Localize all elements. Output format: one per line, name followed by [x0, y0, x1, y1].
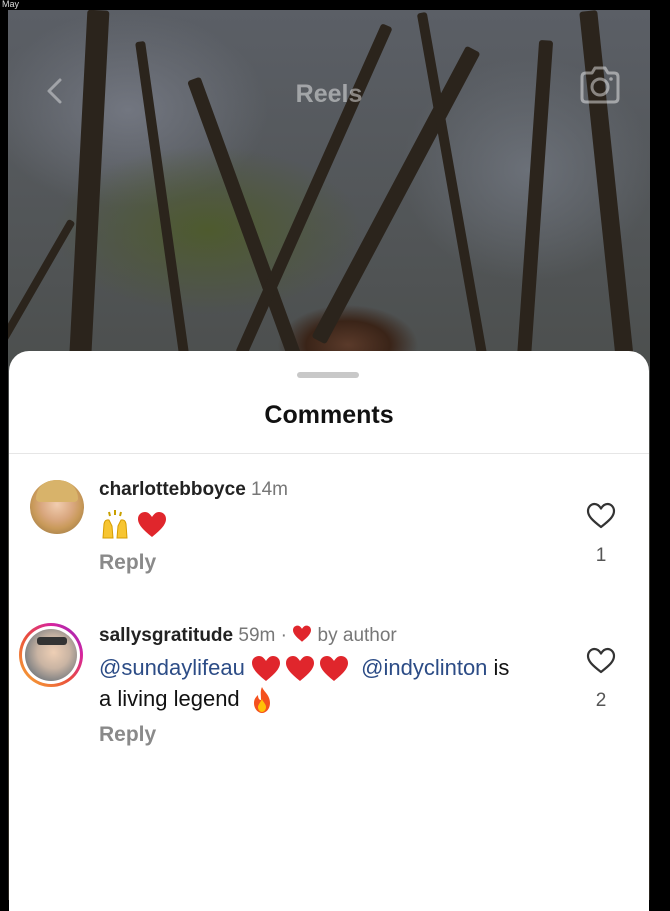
comment-time: 59m — [238, 625, 276, 646]
status-bar-text: May — [2, 0, 20, 9]
sheet-title: Comments — [264, 401, 394, 429]
comment-text-fragment: is — [487, 655, 510, 680]
red-heart-emoji-icon — [286, 656, 314, 682]
red-heart-emoji-icon — [320, 656, 348, 682]
comment-time: 14m — [251, 479, 289, 500]
avatar[interactable] — [30, 480, 84, 534]
heart-outline-icon[interactable] — [586, 647, 616, 675]
comment-username[interactable]: sallysgratitude — [99, 625, 233, 646]
like-count: 2 — [595, 690, 607, 711]
reply-button[interactable]: Reply — [99, 551, 156, 575]
author-liked-heart-icon — [293, 626, 312, 643]
separator-dot: · — [280, 625, 287, 646]
mention-link[interactable]: @sundaylifeau — [99, 655, 245, 680]
avatar[interactable] — [19, 623, 83, 687]
comment-text — [99, 508, 167, 540]
comments-sheet: Comments charlottebboyce 14m Reply 1 sal… — [9, 351, 649, 911]
divider — [9, 453, 649, 454]
author-badge: by author — [317, 625, 397, 646]
heart-outline-icon[interactable] — [586, 502, 616, 530]
mention-link[interactable]: @indyclinton — [361, 655, 487, 680]
comment-text-fragment: a living legend — [99, 686, 240, 712]
comment-text: @sundaylifeau @indyclinton is a living l… — [99, 652, 509, 714]
fire-emoji-icon — [253, 687, 270, 714]
comment-header: sallysgratitude 59m · by author — [99, 625, 397, 647]
camera-icon[interactable] — [578, 65, 622, 105]
comment-header: charlottebboyce 14m — [99, 479, 288, 501]
like-count: 1 — [595, 545, 607, 566]
page-title: Reels — [295, 80, 363, 108]
raised-hands-emoji-icon — [102, 510, 128, 539]
red-heart-emoji-icon — [138, 512, 167, 538]
reply-button[interactable]: Reply — [99, 723, 156, 747]
reel-header: Reels — [8, 10, 650, 160]
red-heart-emoji-icon — [252, 656, 280, 682]
comment-username[interactable]: charlottebboyce — [99, 479, 246, 500]
drag-handle[interactable] — [297, 372, 359, 378]
